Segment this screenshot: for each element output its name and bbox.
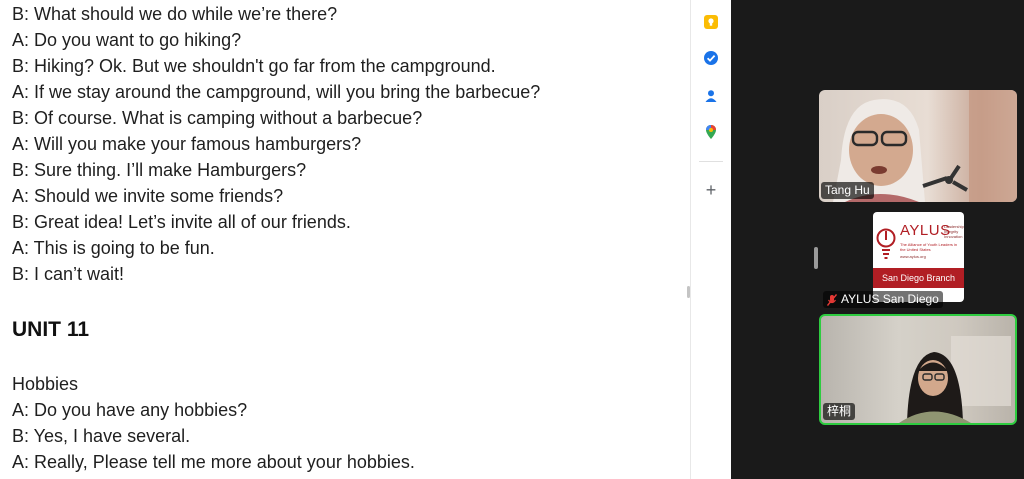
participant-name: AYLUS San Diego (841, 292, 939, 306)
add-addon-button[interactable]: + (703, 181, 719, 199)
dialogue-line: A: Do you have any hobbies? (12, 400, 248, 420)
dialogue-line: A: If we stay around the campground, wil… (12, 82, 541, 102)
dialogue-line: B: Sure thing. I’ll make Hamburgers? (12, 160, 307, 180)
aylus-logo: AYLUS Leadership Integrity Innovation Th… (873, 212, 964, 302)
mic-muted-icon (827, 293, 837, 306)
logo-branch: San Diego Branch (873, 268, 964, 288)
unit-heading: UNIT 11 (12, 318, 90, 341)
video-panel: Tang Hu AYLUS Leadership Integrity Innov… (731, 0, 1024, 479)
participant-tile-aylus[interactable]: AYLUS Leadership Integrity Innovation Th… (819, 206, 1017, 310)
participant-tile-tang-hu[interactable]: Tang Hu (819, 90, 1017, 202)
dialogue-line: A: Do you want to go hiking? (12, 30, 242, 50)
lightbulb-icon (876, 228, 896, 259)
dialogue-line: B: Great idea! Let’s invite all of our f… (12, 212, 351, 232)
maps-icon[interactable] (703, 124, 719, 140)
logo-url: www.aylus.org (900, 254, 926, 259)
dialogue-line: A: Should we invite some friends? (12, 186, 284, 206)
dialogue-line: A: Really, Please tell me more about you… (12, 452, 415, 472)
panel-resize-handle[interactable] (814, 247, 818, 269)
dialogue-line: A: Will you make your famous hamburgers? (12, 134, 362, 154)
keep-icon[interactable] (703, 14, 719, 30)
participant-name: 梓桐 (823, 403, 856, 420)
dialogue-line: A: This is going to be fun. (12, 238, 215, 258)
section-title: Hobbies (12, 374, 79, 394)
dialogue-line: B: Yes, I have several. (12, 426, 191, 446)
side-panel: + (690, 0, 732, 479)
side-divider (699, 161, 723, 162)
logo-tagline: The Alliance of Youth Leaders in the Uni… (900, 242, 958, 252)
dialogue-line: B: Hiking? Ok. But we shouldn't go far f… (12, 56, 496, 76)
dialogue-line: B: What should we do while we’re there? (12, 4, 338, 24)
participant-name: Tang Hu (821, 182, 874, 199)
document-view: B: What should we do while we’re there? … (0, 0, 686, 479)
tasks-icon[interactable] (703, 50, 719, 66)
participant-name-tag: AYLUS San Diego (823, 291, 943, 308)
participant-tile-zitong[interactable]: 梓桐 (819, 314, 1017, 425)
logo-subline: Innovation (944, 234, 963, 239)
logo-title: AYLUS (900, 222, 951, 239)
contacts-icon[interactable] (703, 88, 719, 104)
dialogue-line: B: Of course. What is camping without a … (12, 108, 423, 128)
dialogue-line: B: I can’t wait! (12, 264, 125, 284)
